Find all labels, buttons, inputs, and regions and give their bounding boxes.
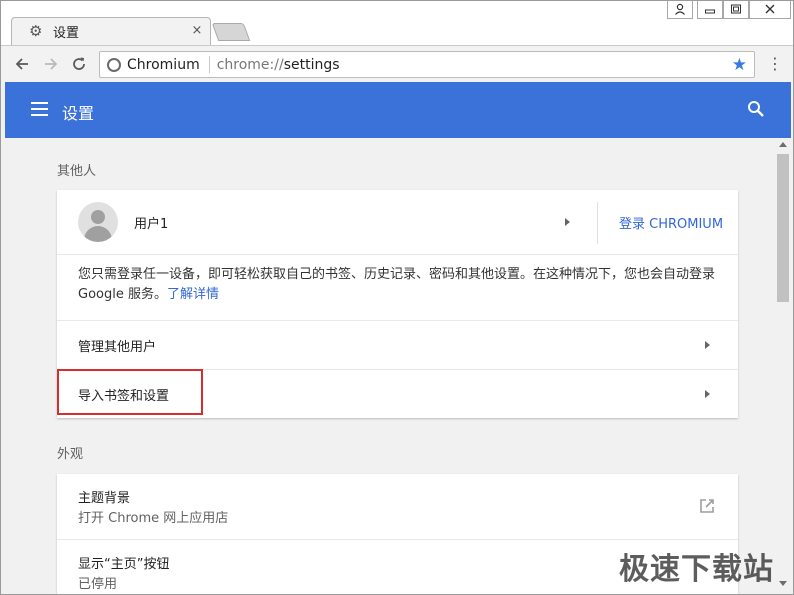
watermark-logo: 极速下载站 — [619, 552, 774, 587]
address-bar[interactable]: Chromium chrome://settings ★ — [99, 51, 755, 78]
home-button-label: 显示“主页”按钮 — [78, 557, 170, 572]
tab-strip: ⚙ 设置 × — [1, 1, 793, 46]
chromium-page-icon — [107, 57, 121, 72]
hamburger-menu-icon[interactable] — [31, 102, 48, 116]
window-controls — [667, 1, 791, 19]
current-user-row[interactable]: 用户1 登录 CHROMIUM — [57, 190, 738, 254]
section-title-appearance: 外观 — [57, 447, 84, 462]
import-bookmarks-row[interactable]: 导入书签和设置 — [57, 369, 738, 417]
people-card: 用户1 登录 CHROMIUM 您只需登录任一设备，即可轻松获取自己的书签、历史… — [57, 190, 738, 418]
chevron-right-icon — [705, 341, 710, 349]
settings-app-bar: 设置 — [5, 82, 791, 138]
url-path: settings — [283, 56, 340, 73]
star-icon[interactable]: ★ — [732, 55, 747, 75]
origin-chip: Chromium — [127, 56, 200, 73]
minimize-icon[interactable] — [697, 1, 723, 19]
tab-title: 设置 — [53, 25, 80, 41]
theme-label: 主题背景 — [78, 491, 131, 506]
tab-settings[interactable]: ⚙ 设置 × — [15, 17, 211, 45]
tab-close-icon[interactable]: × — [189, 23, 205, 39]
home-button-sublabel: 已停用 — [78, 577, 118, 592]
chevron-right-icon — [565, 218, 570, 226]
new-tab-button[interactable] — [211, 23, 251, 41]
manage-users-row[interactable]: 管理其他用户 — [57, 320, 738, 369]
scroll-down-arrow[interactable] — [779, 581, 787, 586]
chevron-right-icon — [705, 390, 710, 398]
gear-icon: ⚙ — [29, 22, 43, 40]
avatar — [78, 202, 118, 242]
divider — [597, 202, 598, 244]
search-icon[interactable] — [747, 100, 765, 118]
user-icon[interactable] — [667, 1, 693, 19]
browser-window: ⚙ 设置 × Chromium chrome:// settings ★ ⋮ 设… — [0, 0, 794, 595]
restore-icon[interactable] — [723, 1, 749, 19]
scroll-thumb[interactable] — [777, 154, 789, 302]
sync-description: 您只需登录任一设备，即可轻松获取自己的书签、历史记录、密码和其他设置。在这种情况… — [57, 255, 738, 305]
more-menu-icon[interactable]: ⋮ — [767, 54, 783, 74]
settings-content: 其他人 用户1 登录 CHROMIUM 您只需登录任一设备，即可轻松获取自己的书… — [5, 138, 775, 594]
sync-description-row: 您只需登录任一设备，即可轻松获取自己的书签、历史记录、密码和其他设置。在这种情况… — [57, 254, 738, 320]
address-separator — [208, 56, 210, 73]
url-scheme: chrome:// — [216, 56, 284, 73]
back-button[interactable] — [10, 52, 34, 76]
section-title-people: 其他人 — [57, 164, 97, 179]
manage-users-label: 管理其他用户 — [78, 340, 157, 355]
open-external-icon[interactable] — [699, 498, 715, 514]
scrollbar[interactable] — [775, 138, 791, 594]
theme-sublabel: 打开 Chrome 网上应用店 — [78, 511, 229, 526]
reload-button[interactable] — [67, 52, 91, 76]
scroll-up-arrow[interactable] — [779, 142, 787, 147]
close-icon[interactable] — [749, 1, 791, 19]
signin-button[interactable]: 登录 CHROMIUM — [619, 213, 723, 232]
user-name: 用户1 — [134, 217, 169, 232]
toolbar: Chromium chrome://settings ★ ⋮ — [1, 45, 793, 82]
forward-button[interactable] — [39, 52, 63, 76]
learn-more-link[interactable]: 了解详情 — [167, 287, 219, 302]
page-title: 设置 — [62, 104, 95, 123]
theme-row[interactable]: 主题背景 打开 Chrome 网上应用店 — [57, 474, 738, 539]
highlight-box — [57, 369, 203, 415]
